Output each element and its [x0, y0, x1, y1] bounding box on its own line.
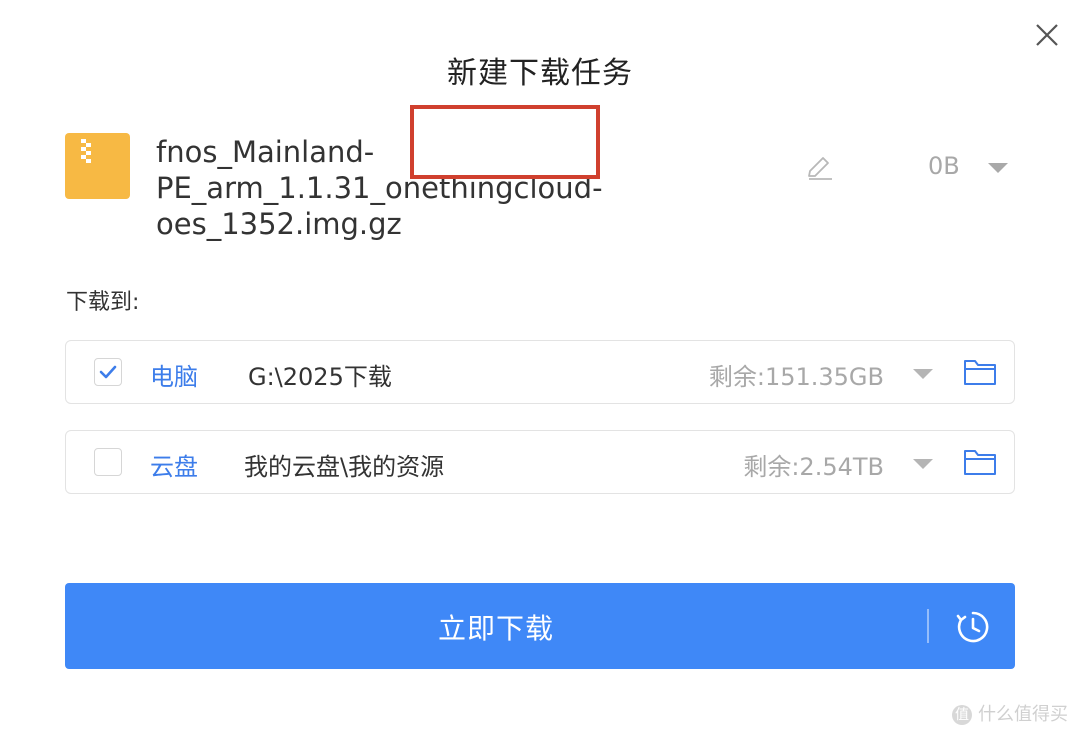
size-dropdown-button[interactable] — [986, 160, 1010, 174]
save-to-label: 下载到: — [66, 290, 140, 315]
free-space: 剩余:2.54TB — [743, 453, 884, 481]
dialog-title: 新建下载任务 — [447, 56, 633, 91]
close-icon — [1036, 24, 1058, 46]
destination-row-pc[interactable]: 电脑 G:\2025下载 剩余:151.35GB — [65, 340, 1015, 404]
destination-type-label: 云盘 — [150, 453, 198, 481]
zip-file-icon — [65, 133, 130, 199]
destination-path: G:\2025下载 — [248, 363, 392, 391]
schedule-download-button[interactable] — [955, 609, 991, 645]
free-space: 剩余:151.35GB — [708, 363, 884, 391]
checkmark-icon — [99, 365, 117, 379]
rename-button[interactable] — [803, 152, 835, 184]
pc-checkbox[interactable] — [94, 358, 122, 386]
clock-schedule-icon — [956, 611, 989, 643]
highlight-annotation-box — [410, 105, 600, 179]
browse-folder-button[interactable] — [963, 447, 997, 477]
destination-type-label: 电脑 — [150, 363, 198, 391]
caret-down-icon — [988, 163, 1008, 173]
destination-path: 我的云盘\我的资源 — [244, 453, 445, 481]
button-divider — [927, 609, 929, 643]
download-now-button[interactable]: 立即下载 — [65, 583, 1015, 669]
browse-folder-button[interactable] — [963, 357, 997, 387]
cloud-checkbox[interactable] — [94, 448, 122, 476]
pencil-icon — [808, 157, 832, 180]
destination-row-cloud[interactable]: 云盘 我的云盘\我的资源 剩余:2.54TB — [65, 430, 1015, 494]
watermark-text: 什么值得买 — [978, 704, 1068, 725]
file-size: 0B — [928, 152, 960, 180]
folder-icon — [964, 450, 996, 475]
close-button[interactable] — [1030, 18, 1064, 52]
caret-down-icon — [913, 369, 933, 379]
folder-icon — [964, 360, 996, 385]
path-dropdown-button[interactable] — [912, 456, 934, 469]
caret-down-icon — [913, 459, 933, 469]
download-now-label: 立即下载 — [437, 612, 554, 645]
watermark-badge: 值 — [952, 705, 972, 725]
file-name-line-2: oes_1352.img.gz — [156, 207, 402, 241]
path-dropdown-button[interactable] — [912, 366, 934, 379]
watermark: 值什么值得买 — [952, 700, 1068, 726]
